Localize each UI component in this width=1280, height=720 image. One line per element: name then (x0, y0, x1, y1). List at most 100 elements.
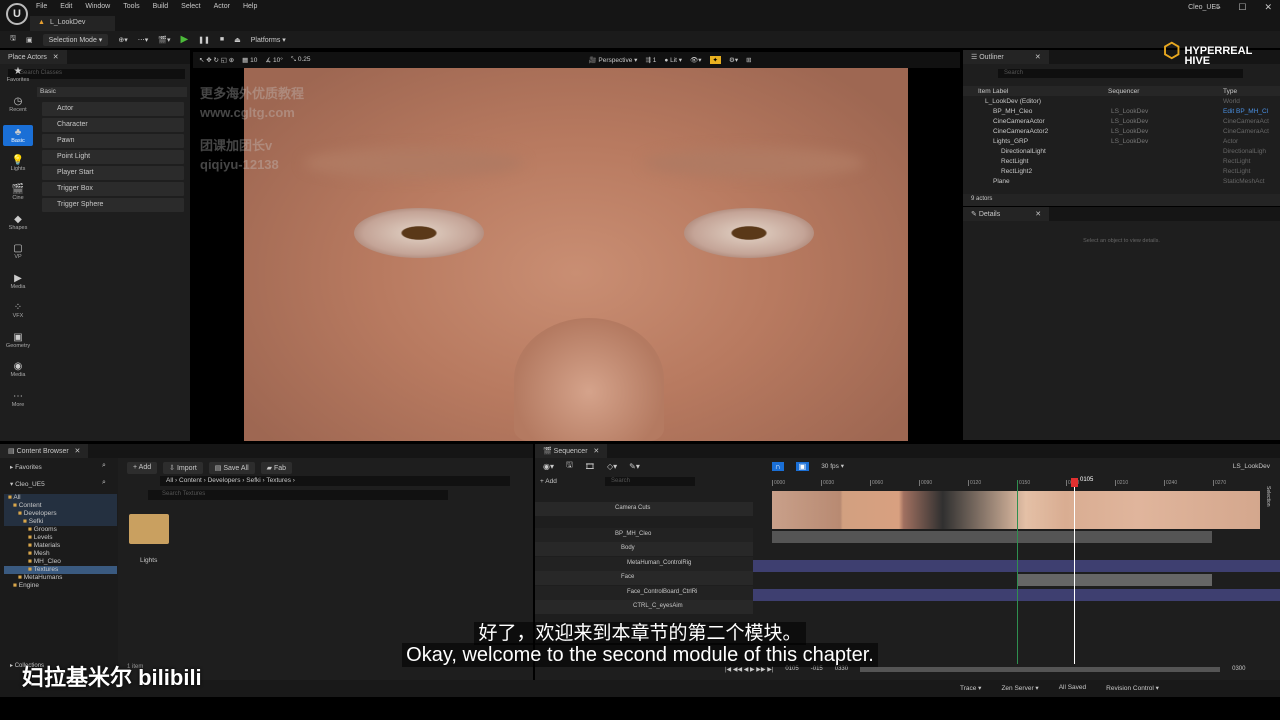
folder-levels[interactable]: ■ Levels (4, 534, 117, 542)
angle-snap[interactable]: ∡ 10° (265, 56, 282, 64)
outliner-row[interactable]: Plane StaticMeshAct (963, 178, 1280, 188)
camera-speed[interactable]: ⇶ 1 (645, 56, 656, 64)
pause-button[interactable]: ❚❚ (198, 36, 210, 44)
sequencer-track[interactable]: CTRL_C_eyesAim (535, 600, 753, 614)
favorites-section[interactable]: ▸ Favorites (10, 463, 42, 471)
fab-button[interactable]: ▰ Fab (260, 462, 293, 474)
outliner-search-input[interactable]: Search (998, 69, 1243, 78)
category-vp[interactable]: ▢ VP (3, 243, 33, 260)
folder-materials[interactable]: ■ Materials (4, 542, 117, 550)
folder-content[interactable]: ■ Content (4, 502, 117, 510)
save-icon[interactable]: 🖫 (566, 459, 573, 473)
playhead-handle[interactable] (1071, 478, 1078, 487)
edit-icon[interactable]: ✎▾ (629, 462, 640, 471)
add-button[interactable]: + Add (127, 462, 158, 474)
category-favorites[interactable]: ★ Favorites (3, 66, 33, 83)
outliner-row[interactable]: RectLight2 RectLight (963, 168, 1280, 178)
lit-dropdown[interactable]: ● Lit ▾ (664, 56, 682, 64)
show-icon[interactable]: 👁▾ (690, 56, 702, 64)
category-geometry[interactable]: ▣ Geometry (3, 332, 33, 349)
actor-item[interactable]: Pawn (42, 134, 184, 148)
minimize-icon[interactable]: – (1215, 2, 1220, 13)
menu-item-tools[interactable]: Tools (123, 3, 139, 10)
menu-item-select[interactable]: Select (181, 3, 200, 10)
level-tab[interactable]: ▲ L_LookDev (30, 16, 115, 31)
category-basic[interactable]: ♣ Basic (3, 125, 33, 146)
menu-item-build[interactable]: Build (153, 3, 169, 10)
category-media[interactable]: ◉ Media (3, 361, 33, 378)
close-icon[interactable]: ✕ (1264, 2, 1272, 13)
folder-grooms[interactable]: ■ Grooms (4, 526, 117, 534)
place-actors-tab[interactable]: Place Actors ✕ (0, 50, 190, 64)
folder-lights-icon[interactable] (129, 514, 169, 544)
sequencer-tab[interactable]: 🎬 Sequencer ✕ (535, 444, 1280, 458)
grid-snap[interactable]: ▦ 10 (242, 56, 257, 64)
play-button[interactable]: ▶ (180, 34, 188, 45)
project-section[interactable]: ▾ Cleo_UE5 (10, 480, 45, 488)
search-icon[interactable]: ⌕ (102, 479, 106, 487)
breadcrumb-item[interactable]: Sefki (246, 477, 260, 484)
selection-mode-dropdown[interactable]: Selection Mode ▾ (42, 33, 109, 46)
zen-server[interactable]: Zen Server ▾ (1001, 684, 1038, 692)
column-sequencer[interactable]: Sequencer (1103, 88, 1223, 95)
outliner-row[interactable]: BP_MH_Cleo LS_LookDev Edit BP_MH_Cl (963, 108, 1280, 118)
sequencer-track[interactable]: MetaHuman_ControlRig (535, 557, 753, 571)
actor-item[interactable]: Trigger Sphere (42, 198, 184, 212)
sequencer-track[interactable]: Face_ControlBoard_CtrlRi (535, 586, 753, 600)
settings-icon[interactable]: ⚙▾ (729, 56, 738, 64)
menu-item-help[interactable]: Help (243, 3, 257, 10)
revision-control[interactable]: Revision Control ▾ (1106, 684, 1159, 692)
actor-item[interactable]: Player Start (42, 166, 184, 180)
menu-item-window[interactable]: Window (85, 3, 110, 10)
sequencer-track[interactable]: BP_MH_Cleo (535, 528, 753, 542)
level-viewport[interactable]: ↖ ✥ ↻ ◱ ⊕ ▦ 10 ∡ 10° ⤡ 0.25 🎥 Perspectiv… (193, 52, 960, 441)
breadcrumb-item[interactable]: Textures (266, 477, 291, 484)
folder-sefki[interactable]: ■ Sefki (4, 518, 117, 526)
folder-metahumans[interactable]: ■ MetaHumans (4, 574, 117, 582)
column-item-label[interactable]: Item Label (963, 88, 1103, 95)
perspective-dropdown[interactable]: 🎥 Perspective ▾ (589, 56, 638, 64)
folder-developers[interactable]: ■ Developers (4, 510, 117, 518)
eject-button[interactable]: ⏏ (234, 36, 241, 44)
blueprint-icon[interactable]: ⋯▾ (138, 36, 149, 44)
outliner-row[interactable]: RectLight RectLight (963, 158, 1280, 168)
unreal-logo-icon[interactable]: U (6, 3, 28, 25)
key-icon[interactable]: ◇▾ (607, 462, 617, 471)
scale-snap[interactable]: ⤡ 0.25 (291, 56, 311, 64)
search-icon[interactable]: ⌕ (102, 462, 106, 470)
camera-cuts-thumbnails[interactable] (772, 491, 1260, 529)
sequencer-track[interactable]: Camera Cuts (535, 502, 753, 516)
menu-item-edit[interactable]: Edit (60, 3, 72, 10)
breadcrumb-item[interactable]: Developers (208, 477, 241, 484)
layout-icon[interactable]: ⊞ (746, 56, 751, 64)
content-browser-tab[interactable]: ▤ Content Browser ✕ (0, 444, 533, 458)
all-saved[interactable]: All Saved (1059, 684, 1086, 692)
category-lights[interactable]: 💡 Lights (3, 155, 33, 172)
stop-button[interactable]: ■ (220, 36, 224, 43)
face-track-bar[interactable] (1017, 574, 1212, 586)
sequencer-track[interactable]: Body (535, 542, 753, 556)
cinematics-icon[interactable]: 🎬▾ (158, 36, 170, 44)
folder-lights-label[interactable]: Lights (140, 557, 157, 564)
details-tab[interactable]: ✎ Details ✕ (963, 207, 1280, 221)
import-button[interactable]: ⇩ Import (163, 462, 203, 474)
content-icon[interactable]: ▣ (26, 36, 33, 44)
outliner-row[interactable]: DirectionalLight DirectionalLigh (963, 148, 1280, 158)
maximize-icon[interactable]: ☐ (1238, 2, 1246, 13)
transform-tools[interactable]: ↖ ✥ ↻ ◱ ⊕ (199, 56, 234, 64)
world-icon[interactable]: ◉▾ (543, 462, 554, 471)
category-media[interactable]: ▶ Media (3, 273, 33, 290)
add-actor-icon[interactable]: ⊕▾ (118, 36, 127, 44)
platforms-dropdown[interactable]: Platforms ▾ (251, 36, 286, 44)
seq-search-input[interactable]: Search (605, 477, 695, 486)
folder-textures[interactable]: ■ Textures (4, 566, 117, 574)
folder-mesh[interactable]: ■ Mesh (4, 550, 117, 558)
game-view-icon[interactable]: ✦ (709, 56, 721, 64)
category-shapes[interactable]: ◆ Shapes (3, 214, 33, 231)
seq-add-button[interactable]: + Add (540, 478, 557, 485)
sequencer-track[interactable]: Face (535, 571, 753, 585)
menu-item-actor[interactable]: Actor (214, 3, 230, 10)
category-recent[interactable]: ◷ Recent (3, 96, 33, 113)
outliner-row[interactable]: CineCameraActor LS_LookDev CineCameraAct (963, 118, 1280, 128)
category-cine[interactable]: 🎬 Cine (3, 184, 33, 201)
